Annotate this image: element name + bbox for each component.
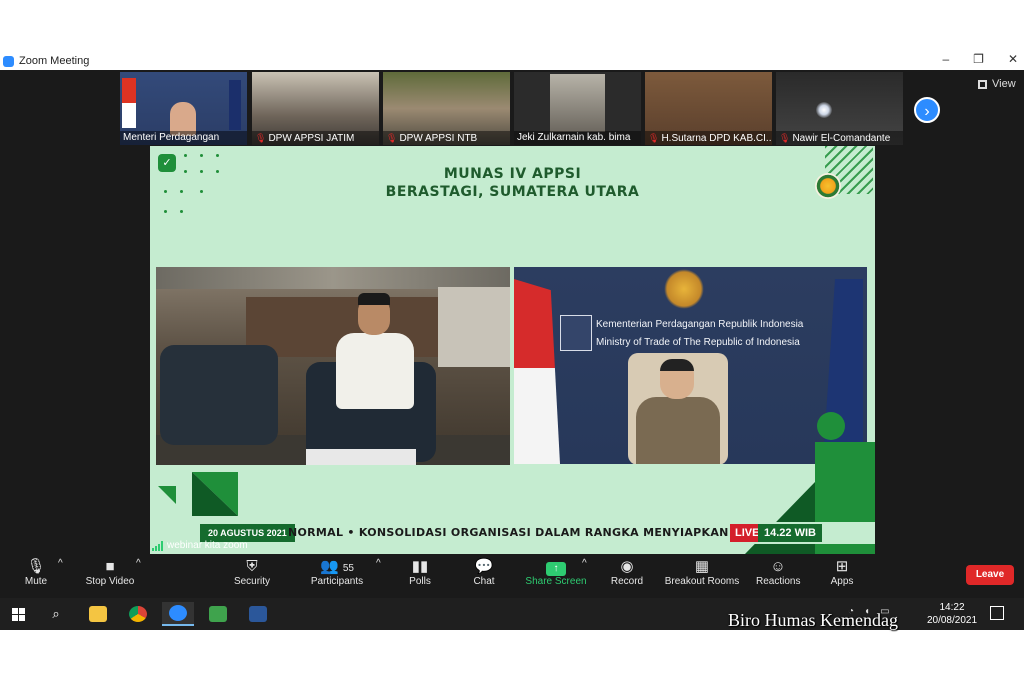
- ministry-name-id: Kementerian Perdagangan Republik Indones…: [596, 319, 804, 330]
- garuda-emblem: [664, 269, 704, 309]
- grid-icon: [978, 79, 987, 89]
- share-options-caret[interactable]: ^: [582, 558, 587, 569]
- mute-options-caret[interactable]: ^: [58, 558, 63, 569]
- mic-muted-icon: 🎙: [779, 133, 791, 143]
- mic-muted-icon: 🎙: [386, 133, 398, 143]
- participant-thumbnail[interactable]: 🎙 H.Sutarna DPD KAB.CI...: [645, 72, 772, 145]
- next-page-button[interactable]: ›: [914, 97, 940, 123]
- participant-name: 🎙 Nawir El-Comandante: [776, 131, 903, 145]
- mic-muted-icon: 🎙: [648, 133, 660, 143]
- news-ticker: 20 AGUSTUS 2021 NORMAL • KONSOLIDASI ORG…: [150, 522, 875, 544]
- minimize-button[interactable]: –: [942, 52, 949, 66]
- zoom-app-icon: [3, 55, 14, 67]
- ministry-logo: [560, 315, 592, 351]
- network-indicator: webinar kita zoom: [152, 540, 248, 551]
- apps-icon: ⊞: [835, 558, 849, 575]
- ticker-time: 14.22 WIB: [758, 524, 822, 542]
- participant-thumbnail[interactable]: Jeki Zulkarnain kab. bima: [514, 72, 641, 145]
- watermark-text: Biro Humas Kemendag: [728, 610, 898, 630]
- close-button[interactable]: ✕: [1008, 52, 1018, 66]
- participant-video: [816, 102, 832, 118]
- participant-video: [550, 74, 605, 132]
- ticker-text: NORMAL • KONSOLIDASI ORGANISASI DALAM RA…: [288, 526, 728, 539]
- chat-button[interactable]: 💬 Chat: [470, 558, 498, 587]
- video-camera-icon: ■: [105, 558, 115, 575]
- meeting-area: Menteri Perdagangan 🎙 DPW APPSI JATIM 🎙 DP…: [0, 70, 1024, 598]
- leave-button[interactable]: Leave: [966, 565, 1014, 585]
- security-button[interactable]: ⛨ Security: [230, 558, 274, 587]
- speaker-video-left: [156, 267, 510, 465]
- chrome-icon: [129, 606, 147, 622]
- polls-icon: ▮▮: [411, 558, 429, 575]
- signal-bars-icon: [152, 541, 163, 551]
- windows-logo-icon: [11, 607, 25, 621]
- zoom-taskbar[interactable]: [162, 602, 194, 626]
- chat-icon: 💬: [474, 558, 494, 575]
- participant-thumbnail[interactable]: Menteri Perdagangan: [120, 72, 247, 145]
- word-icon: [249, 606, 267, 622]
- slide-subtitle: BERASTAGI, SUMATERA UTARA: [385, 184, 640, 200]
- participants-count: 55: [342, 563, 354, 574]
- participants-options-caret[interactable]: ^: [376, 558, 381, 569]
- record-icon: ◉: [620, 558, 634, 575]
- banner-graphic: [229, 80, 241, 130]
- screenshot-frame: Zoom Meeting – ❐ ✕ Menteri Perdagangan 🎙…: [0, 0, 1024, 682]
- share-screen-button[interactable]: ↑ Share Screen: [524, 558, 588, 587]
- share-screen-icon: ↑: [524, 558, 588, 576]
- taskbar-clock[interactable]: 14:22 20/08/2021: [922, 601, 982, 627]
- clock-date: 20/08/2021: [926, 615, 978, 626]
- participant-thumbnail[interactable]: 🎙 Nawir El-Comandante: [776, 72, 903, 145]
- window-controls: – ❐ ✕: [942, 52, 1018, 66]
- ministry-name-en: Ministry of Trade of The Republic of Ind…: [596, 337, 800, 348]
- shield-icon: ⛨: [246, 558, 258, 575]
- shared-screen: ✓ MUNAS IV APPSI BERASTAGI, SUMATERA UTA…: [150, 146, 875, 554]
- polls-button[interactable]: ▮▮ Polls: [406, 558, 434, 587]
- clock-time: 14:22: [939, 602, 965, 613]
- participants-button[interactable]: 👥 55 Participants: [306, 558, 368, 587]
- flag-graphic: [514, 279, 560, 464]
- search-icon: ⌕: [52, 606, 60, 621]
- meeting-toolbar: 🎙 Mute ^ ■ Stop Video ^ ⛨ Security 👥 55 …: [0, 554, 1024, 598]
- app-taskbar[interactable]: [202, 602, 234, 626]
- start-button[interactable]: [2, 602, 34, 626]
- smiley-icon: ☺: [770, 558, 786, 575]
- participant-name: 🎙 H.Sutarna DPD KAB.CI...: [645, 131, 772, 145]
- zoom-icon: [169, 605, 187, 621]
- video-options-caret[interactable]: ^: [136, 558, 141, 569]
- record-button[interactable]: ◉ Record: [610, 558, 644, 587]
- breakout-rooms-button[interactable]: ▦ Breakout Rooms: [664, 558, 740, 587]
- view-button[interactable]: View: [978, 78, 1016, 90]
- participant-name: 🎙 DPW APPSI JATIM: [252, 131, 379, 145]
- share-source-label: webinar kita zoom: [167, 540, 248, 551]
- window-title: Zoom Meeting: [19, 55, 90, 67]
- chevron-right-icon: ›: [924, 103, 930, 120]
- chrome-taskbar[interactable]: [122, 602, 154, 626]
- microphone-icon: 🎙: [26, 558, 46, 575]
- view-label: View: [992, 78, 1016, 90]
- participant-name: 🎙 DPW APPSI NTB: [383, 131, 510, 145]
- apps-button[interactable]: ⊞ Apps: [828, 558, 856, 587]
- slide-title: MUNAS IV APPSI: [443, 166, 582, 182]
- reactions-button[interactable]: ☺ Reactions: [756, 558, 800, 587]
- participant-name: Menteri Perdagangan: [120, 131, 247, 145]
- flag-graphic: [122, 78, 136, 128]
- word-taskbar[interactable]: [242, 602, 274, 626]
- stop-video-button[interactable]: ■ Stop Video: [82, 558, 138, 587]
- search-button[interactable]: ⌕: [40, 602, 72, 626]
- notepad-icon: [209, 606, 227, 622]
- folder-icon: [89, 606, 107, 622]
- breakout-rooms-icon: ▦: [694, 558, 710, 575]
- speaker-video-right: Kementerian Perdagangan Republik Indones…: [514, 267, 867, 464]
- mute-button[interactable]: 🎙 Mute: [22, 558, 50, 587]
- notification-icon[interactable]: [990, 606, 1004, 620]
- participant-thumbnail[interactable]: 🎙 DPW APPSI NTB: [383, 72, 510, 145]
- file-explorer-taskbar[interactable]: [82, 602, 114, 626]
- mic-muted-icon: 🎙: [255, 133, 267, 143]
- participant-name: Jeki Zulkarnain kab. bima: [514, 131, 641, 145]
- window-titlebar: Zoom Meeting – ❐ ✕: [0, 52, 1024, 70]
- restore-button[interactable]: ❐: [973, 52, 984, 66]
- participant-thumbnail[interactable]: 🎙 DPW APPSI JATIM: [252, 72, 379, 145]
- participants-icon: 👥 55: [320, 558, 354, 575]
